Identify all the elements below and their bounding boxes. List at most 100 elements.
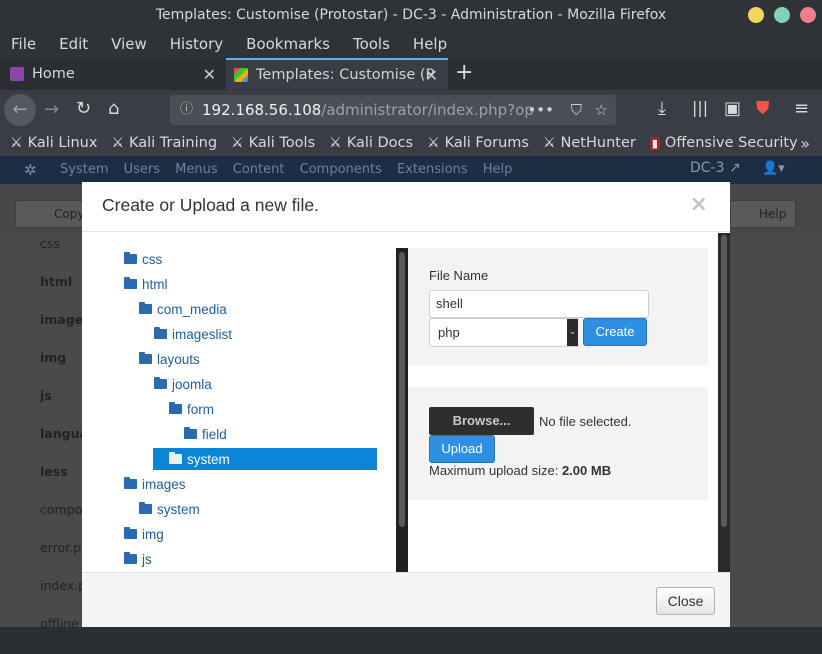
menu-tools[interactable]: Tools [353,35,390,53]
kali-dragon-icon: ⚔ [542,135,556,151]
downloads-icon[interactable]: ⤓ [658,98,666,119]
bookmark-kali-forums[interactable]: ⚔ Kali Forums [427,135,529,151]
joomla-logo-icon[interactable]: ✲ [24,161,37,179]
folder-tree-item[interactable]: com_media [139,298,227,320]
bookmark-nethunter[interactable]: ⚔ NetHunter [543,135,636,151]
forward-icon[interactable]: → [44,99,59,120]
folder-tree-item[interactable]: images [124,473,186,495]
pocket-icon[interactable]: ⛉ [571,95,582,125]
file-list-item[interactable]: error.ph [14,540,89,578]
max-upload-size: Maximum upload size: 2.00 MB [429,463,611,478]
maximize-button[interactable] [774,7,790,23]
menu-help[interactable]: Help [413,35,447,53]
tab-templates[interactable]: Templates: Customise (P ✕ [226,58,448,90]
bookmark-offensive-security[interactable]: ▮ Offensive Security [649,135,798,151]
menu-edit[interactable]: Edit [59,35,88,53]
file-list-item[interactable]: index.p [14,578,86,616]
file-list-item[interactable]: html [14,274,84,312]
folder-tree-item[interactable]: joomla [154,373,212,395]
window-close-button[interactable] [800,7,816,23]
file-list-item[interactable]: images [14,312,91,350]
file-list-item[interactable]: langua [14,426,88,464]
file-list-item[interactable]: less [14,464,84,502]
folder-tree-item[interactable]: system [153,448,377,470]
joomla-menu-components[interactable]: Components [300,162,382,177]
joomla-menu-users[interactable]: Users [124,162,160,177]
copy-template-button[interactable]: Copy [15,200,89,228]
bookmarks-overflow-icon[interactable]: » [800,134,810,153]
file-list-item[interactable]: compo [14,502,84,540]
scrollbar-thumb[interactable] [721,235,727,527]
scrollbar-thumb[interactable] [399,252,405,527]
close-button[interactable]: Close [656,587,715,615]
new-tab-icon[interactable]: + [455,60,473,85]
joomla-menu-menus[interactable]: Menus [175,162,217,177]
folder-label: images [142,476,186,492]
folder-tree-item[interactable]: html [124,273,168,295]
modal-body-scrollbar[interactable] [718,233,730,572]
help-button[interactable]: Help [730,200,796,228]
bookmark-kali-linux[interactable]: ⚔ Kali Linux [10,135,97,151]
page-actions-icon[interactable]: ••• [527,95,554,125]
file-list-item[interactable]: js [14,388,84,426]
chevron-down-icon[interactable]: ⌄ [567,319,578,346]
file-name-input[interactable]: shell [429,290,649,318]
bookmark-kali-tools[interactable]: ⚔ Kali Tools [231,135,315,151]
extension-shield-icon[interactable]: ⛊ [756,98,770,119]
menu-view[interactable]: View [111,35,147,53]
folder-label: joomla [172,376,212,392]
library-icon[interactable]: ||| [692,98,708,117]
url-bar[interactable]: ⓘ 192.168.56.108/administrator/index.php… [170,95,616,125]
menu-history[interactable]: History [170,35,223,53]
joomla-menu-help[interactable]: Help [483,162,513,177]
folder-tree-item[interactable]: layouts [139,348,200,370]
folder-tree-item[interactable]: img [124,523,164,545]
folder-label: form [187,401,214,417]
folder-label: css [142,251,163,267]
folder-tree-item[interactable]: js [124,548,152,570]
site-info-icon[interactable]: ⓘ [180,95,193,125]
folder-tree-scrollbar[interactable] [396,248,408,572]
kali-dragon-icon: ⚔ [427,135,440,151]
sidebar-icon[interactable]: ▣ [724,98,741,119]
browse-button[interactable]: Browse... [429,407,534,435]
joomla-menu-content[interactable]: Content [233,162,285,177]
tab-home[interactable]: Home ✕ [0,58,226,90]
reload-icon[interactable]: ↻ [76,98,91,119]
user-icon[interactable]: 👤▾ [762,161,785,176]
joomla-menu-system[interactable]: System [60,162,108,177]
folder-label: system [187,451,230,467]
kali-dragon-icon: ⚔ [329,135,342,151]
modal-close-icon[interactable]: × [690,192,708,217]
folder-icon [124,477,137,489]
bookmark-kali-docs[interactable]: ⚔ Kali Docs [329,135,413,151]
folder-icon [139,352,152,364]
folder-tree-item[interactable]: form [169,398,214,420]
file-extension-select[interactable]: php [429,318,578,347]
hamburger-menu-icon[interactable]: ≡ [794,98,809,119]
joomla-menu-extensions[interactable]: Extensions [397,162,468,177]
joomla-site-link[interactable]: DC-3 ↗ [690,160,741,176]
tab-home-close-icon[interactable]: ✕ [203,65,216,84]
tab-templates-label: Templates: Customise (P [256,67,435,83]
bookmark-label: NetHunter [560,135,636,151]
file-list-item[interactable]: css [14,236,84,274]
minimize-button[interactable] [748,7,764,23]
create-button[interactable]: Create [583,318,647,346]
template-file-list: css html images img js langua less compo… [14,236,91,636]
folder-tree-item[interactable]: imageslist [154,323,232,345]
menu-bookmarks[interactable]: Bookmarks [246,35,330,53]
back-icon[interactable]: ← [4,94,36,126]
folder-tree-item[interactable]: field [184,423,227,445]
menu-file[interactable]: File [11,35,36,53]
home-icon[interactable]: ⌂ [108,98,119,119]
file-list-item[interactable]: offline [14,616,84,654]
max-upload-value: 2.00 MB [561,463,612,478]
upload-button[interactable]: Upload [429,435,495,463]
tab-templates-close-icon[interactable]: ✕ [425,66,438,85]
bookmark-kali-training[interactable]: ⚔ Kali Training [111,135,217,151]
file-list-item[interactable]: img [14,350,84,388]
folder-tree-item[interactable]: css [124,248,162,270]
bookmark-star-icon[interactable]: ☆ [595,95,608,125]
folder-tree-item[interactable]: system [139,498,200,520]
